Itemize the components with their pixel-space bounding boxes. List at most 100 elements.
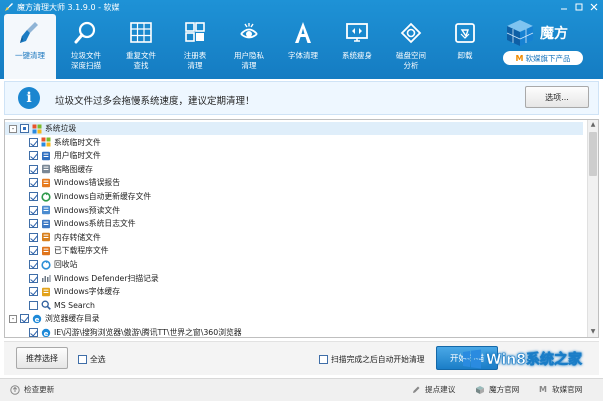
- tool-label: 垃圾文件 深度扫描: [71, 51, 101, 70]
- info-icon: i: [18, 87, 40, 109]
- tool-label: 字体清理: [288, 51, 318, 60]
- tree-row-label: 浏览器缓存目录: [45, 314, 100, 324]
- tree-row[interactable]: e IE\闪游\搜狗浏览器\傲游\腾讯TT\世界之窗\360浏览器: [5, 326, 583, 338]
- tree-row-checkbox[interactable]: [29, 151, 38, 161]
- tool-system-slim[interactable]: 系统瘦身: [331, 14, 383, 79]
- tree-row[interactable]: - e 浏览器缓存目录: [5, 312, 583, 325]
- tree-row-checkbox[interactable]: [29, 219, 38, 229]
- header-area: 魔方清理大师 3.1.9.0 - 软媒 一键清理 垃圾文件 深度扫描 重复文件 …: [0, 0, 603, 79]
- tool-label: 用户隐私 清理: [234, 51, 264, 70]
- tree-row-label: 缩略图缓存: [54, 164, 93, 174]
- tool-registry-clean[interactable]: 注册表 清理: [169, 14, 221, 79]
- tree-row-checkbox[interactable]: [29, 300, 38, 310]
- tool-deep-scan[interactable]: 垃圾文件 深度扫描: [60, 14, 112, 79]
- recommend-select-button[interactable]: 推荐选择: [16, 347, 68, 369]
- tree-row[interactable]: 缩略图缓存: [5, 163, 583, 176]
- check-update-link[interactable]: 检查更新: [10, 384, 54, 395]
- broom-icon: [20, 22, 38, 43]
- tree-row[interactable]: Windows字体缓存: [5, 285, 583, 298]
- ruanmei-product-link[interactable]: M 软媒旗下产品: [503, 51, 583, 65]
- ruanmei-m-icon: M: [539, 384, 547, 394]
- download-icon: [42, 246, 50, 256]
- title-bar: 魔方清理大师 3.1.9.0 - 软媒: [0, 0, 603, 14]
- watermark-text: Win8系统之家: [486, 352, 583, 369]
- tree-row[interactable]: MS Search: [5, 299, 583, 312]
- tree-row[interactable]: 回收站: [5, 258, 583, 271]
- tree-row[interactable]: 用户临时文件: [5, 149, 583, 162]
- tree-row-label: Windows Defender扫描记录: [54, 273, 159, 283]
- tree-row[interactable]: Windows Defender扫描记录: [5, 272, 583, 285]
- tree-row[interactable]: Windows系统日志文件: [5, 217, 583, 230]
- scroll-thumb[interactable]: [589, 132, 597, 176]
- tool-privacy-clean[interactable]: 用户隐私 清理: [223, 14, 275, 79]
- clean-items-tree: - 系统垃圾 系统临时文件 用户临时文件缩略图缓存 Windows错误报告 Windows…: [4, 119, 599, 338]
- tree-row-checkbox[interactable]: [29, 137, 38, 147]
- tree-row-checkbox[interactable]: [29, 205, 38, 215]
- tree-row[interactable]: Windows错误报告: [5, 176, 583, 189]
- tree-row-checkbox[interactable]: [29, 246, 38, 256]
- scroll-up-arrow-icon[interactable]: ▲: [588, 120, 598, 130]
- tree-row[interactable]: 内存转储文件: [5, 231, 583, 244]
- collapse-toggle-icon[interactable]: -: [9, 314, 17, 323]
- ruanmei-site-link[interactable]: M 软媒官网: [538, 384, 582, 395]
- options-button[interactable]: 选项...: [525, 86, 589, 108]
- restore-button[interactable]: [572, 1, 586, 12]
- tool-font-clean[interactable]: 字体清理: [277, 14, 329, 79]
- auto-clean-checkbox[interactable]: 扫描完成之后自动开始清理: [319, 354, 425, 365]
- collapse-toggle-icon[interactable]: -: [9, 124, 17, 133]
- tree-row-label: Windows自动更新缓存文件: [54, 192, 152, 201]
- tree-row-checkbox[interactable]: [29, 178, 38, 188]
- recycle-bin-icon: [455, 23, 475, 43]
- brand-name: 魔方: [540, 26, 568, 42]
- restore-icon: [575, 3, 583, 10]
- tool-uninstall[interactable]: 卸载: [439, 14, 491, 79]
- close-button[interactable]: [587, 1, 601, 12]
- minimize-icon: [561, 8, 567, 9]
- user-files-icon: [42, 151, 50, 160]
- tree-row-label: Windows预读文件: [54, 205, 120, 215]
- tree-row-checkbox[interactable]: [29, 164, 38, 174]
- tree-row-label: IE\闪游\搜狗浏览器\傲游\腾讯TT\世界之窗\360浏览器: [54, 328, 242, 337]
- tree-row[interactable]: - 系统垃圾: [5, 122, 583, 135]
- privacy-icon: [240, 23, 258, 39]
- defender-icon: [42, 275, 51, 283]
- update-icon: [41, 191, 51, 202]
- tree-row[interactable]: Windows预读文件: [5, 204, 583, 217]
- official-site-link[interactable]: 魔方官网: [475, 384, 519, 395]
- search-icon: [41, 300, 51, 311]
- tool-disk-analysis[interactable]: 磁盘空间 分析: [385, 14, 437, 79]
- svg-text:e: e: [44, 330, 49, 338]
- tree-row[interactable]: Windows自动更新缓存文件: [5, 190, 583, 203]
- tree-row[interactable]: 系统临时文件: [5, 136, 583, 149]
- tool-duplicate-finder[interactable]: 重复文件 查找: [115, 14, 167, 79]
- ruanmei-mark-icon: M: [515, 53, 524, 63]
- font-cache-icon: [42, 287, 50, 296]
- select-all-checkbox[interactable]: 全选: [78, 354, 106, 365]
- scroll-down-arrow-icon[interactable]: ▼: [588, 327, 598, 337]
- tree-row-checkbox[interactable]: [20, 124, 29, 133]
- suggestion-link[interactable]: 提点建议: [411, 384, 455, 395]
- tree-row-checkbox[interactable]: [29, 287, 38, 297]
- info-bar: i 垃圾文件过多会拖慢系统速度，建议定期清理！ 选项...: [4, 81, 599, 115]
- tool-label: 注册表 清理: [183, 51, 207, 70]
- tree-row-checkbox[interactable]: [29, 328, 38, 337]
- tree-row-checkbox[interactable]: [29, 260, 38, 269]
- tool-label: 系统瘦身: [342, 51, 372, 60]
- tree-row-label: 已下载程序文件: [54, 246, 109, 256]
- tool-one-click-clean[interactable]: 一键清理: [4, 14, 56, 79]
- tree-row-checkbox[interactable]: [20, 314, 29, 324]
- auto-clean-box[interactable]: [319, 355, 328, 364]
- tree-row-checkbox[interactable]: [29, 192, 38, 201]
- tree-row[interactable]: 已下载程序文件: [5, 244, 583, 257]
- recycle-icon: [41, 259, 51, 270]
- watermark: Win8系统之家: [462, 343, 600, 375]
- minimize-button[interactable]: [557, 1, 571, 12]
- product-pill-label: 软媒旗下产品: [525, 53, 571, 63]
- select-all-box[interactable]: [78, 355, 87, 364]
- thumbnail-icon: [42, 165, 50, 174]
- registry-icon: [185, 22, 205, 42]
- error-report-icon: [42, 178, 50, 188]
- tree-row-checkbox[interactable]: [29, 273, 38, 283]
- tree-row-checkbox[interactable]: [29, 232, 38, 242]
- tree-scrollbar[interactable]: ▲ ▼: [587, 120, 598, 337]
